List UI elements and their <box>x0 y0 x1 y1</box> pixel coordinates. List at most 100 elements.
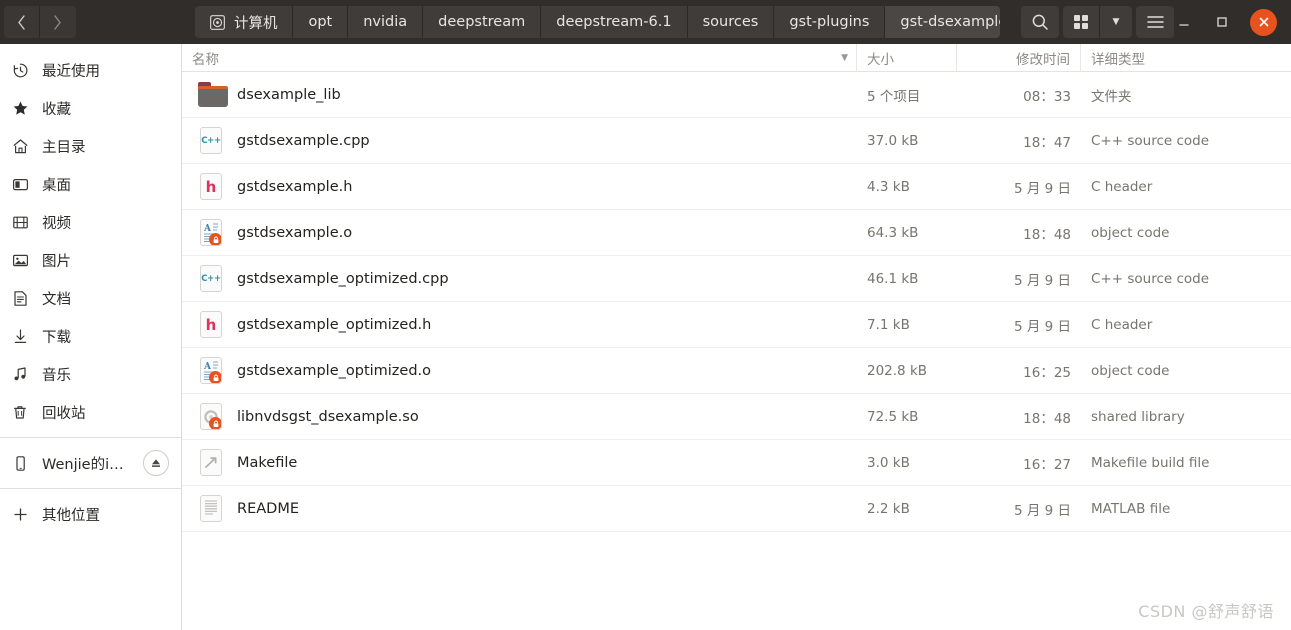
table-row[interactable]: dsexample_lib 5 个项目 08：33 文件夹 <box>182 72 1291 118</box>
music-icon <box>11 366 30 383</box>
sidebar-item-other-locations[interactable]: 其他位置 <box>0 495 181 533</box>
breadcrumb-label: sources <box>702 14 759 30</box>
table-row[interactable]: A <box>182 348 1291 394</box>
column-header-label: 详细类型 <box>1091 51 1145 68</box>
sidebar-item-music[interactable]: 音乐 <box>0 355 181 393</box>
file-size: 2.2 kB <box>867 500 910 517</box>
search-icon <box>1032 14 1048 30</box>
minimize-button[interactable] <box>1174 12 1194 32</box>
file-name-cell: README <box>182 494 857 524</box>
file-name: Makefile <box>237 454 298 471</box>
maximize-button[interactable] <box>1212 12 1232 32</box>
sidebar-item-downloads[interactable]: 下载 <box>0 317 181 355</box>
chevron-right-icon <box>54 14 62 30</box>
table-row[interactable]: README 2.2 kB 5 月 9 日 MATLAB file <box>182 486 1291 532</box>
breadcrumb-item-gst-plugins[interactable]: gst-plugins <box>774 6 886 38</box>
view-options-button[interactable]: ▼ <box>1099 6 1132 38</box>
breadcrumb-item-nvidia[interactable]: nvidia <box>348 6 424 38</box>
sidebar-item-recent[interactable]: 最近使用 <box>0 51 181 89</box>
table-row[interactable]: C++ gstdsexample.cpp 37.0 kB 18：47 C++ s… <box>182 118 1291 164</box>
close-button[interactable] <box>1250 8 1277 36</box>
breadcrumb-item-sources[interactable]: sources <box>687 6 775 38</box>
file-name-cell: Makefile <box>182 448 857 478</box>
back-button[interactable] <box>4 6 41 38</box>
hamburger-icon <box>1146 16 1164 28</box>
sidebar: 最近使用 收藏 主目录 桌面 视频 图片 文档 下载 音乐 回收站 Wenjie… <box>0 44 182 630</box>
sidebar-item-starred[interactable]: 收藏 <box>0 89 181 127</box>
breadcrumb-item-opt[interactable]: opt <box>293 6 349 38</box>
file-name: gstdsexample_optimized.h <box>237 316 432 333</box>
breadcrumb-label: opt <box>308 14 333 30</box>
eject-button[interactable] <box>143 450 169 476</box>
breadcrumb-label: gst-dsexample <box>900 14 1000 30</box>
table-row[interactable]: h gstdsexample_optimized.h 7.1 kB 5 月 9 … <box>182 302 1291 348</box>
forward-button[interactable] <box>40 6 76 38</box>
sidebar-item-videos[interactable]: 视频 <box>0 203 181 241</box>
breadcrumb-item-deepstream-61[interactable]: deepstream-6.1 <box>541 6 688 38</box>
breadcrumb-label: deepstream-6.1 <box>556 14 672 30</box>
column-header-type[interactable]: 详细类型 <box>1081 44 1291 71</box>
file-list: dsexample_lib 5 个项目 08：33 文件夹 C++ gstdse… <box>182 72 1291 630</box>
file-browser-content: 名称 ▼ 大小 修改时间 详细类型 dsexample_lib 5 个项目 08… <box>182 44 1291 630</box>
sidebar-divider-2 <box>0 488 181 489</box>
column-header-label: 名称 <box>192 51 219 68</box>
file-size: 46.1 kB <box>867 270 919 287</box>
makefile-icon <box>198 448 224 478</box>
file-type: C++ source code <box>1091 132 1210 149</box>
menu-button[interactable] <box>1136 6 1174 38</box>
sidebar-item-label: 音乐 <box>42 367 71 384</box>
sidebar-item-desktop[interactable]: 桌面 <box>0 165 181 203</box>
sidebar-item-trash[interactable]: 回收站 <box>0 393 181 431</box>
column-headers: 名称 ▼ 大小 修改时间 详细类型 <box>182 44 1291 72</box>
breadcrumb-item-gst-dsexample[interactable]: gst-dsexample ▼ <box>885 6 1000 38</box>
breadcrumb-label: 计算机 <box>233 15 278 32</box>
table-row[interactable]: Makefile 3.0 kB 16：27 Makefile build fil… <box>182 440 1291 486</box>
breadcrumb: 计算机 opt nvidia deepstream deepstream-6.1… <box>194 6 1000 38</box>
object-file-icon: A <box>198 218 224 248</box>
file-modified: 16：25 <box>1023 364 1071 381</box>
clock-icon <box>11 62 30 79</box>
file-name-cell: libnvdsgst_dsexample.so <box>182 402 857 432</box>
lock-icon <box>209 233 221 245</box>
breadcrumb-item-deepstream[interactable]: deepstream <box>423 6 542 38</box>
table-row[interactable]: C++ gstdsexample_optimized.cpp 46.1 kB 5… <box>182 256 1291 302</box>
watermark: CSDN @舒声舒语 <box>1138 602 1274 621</box>
sidebar-item-label: Wenjie的iPh… <box>42 456 131 473</box>
file-name: dsexample_lib <box>237 86 341 103</box>
sidebar-item-label: 下载 <box>42 329 71 346</box>
file-modified: 5 月 9 日 <box>1013 502 1071 519</box>
folder-icon <box>198 80 228 110</box>
home-icon <box>11 138 30 155</box>
sidebar-divider <box>0 437 181 438</box>
breadcrumb-label: deepstream <box>438 14 526 30</box>
sidebar-item-documents[interactable]: 文档 <box>0 279 181 317</box>
sidebar-item-device[interactable]: Wenjie的iPh… <box>0 444 181 482</box>
view-grid-button[interactable] <box>1063 6 1099 38</box>
breadcrumb-item-computer[interactable]: 计算机 <box>194 6 294 38</box>
file-size: 4.3 kB <box>867 178 910 195</box>
table-row[interactable]: libnvdsgst_dsexample.so 72.5 kB 18：48 sh… <box>182 394 1291 440</box>
column-header-size[interactable]: 大小 <box>857 44 957 71</box>
table-row[interactable]: h gstdsexample.h 4.3 kB 5 月 9 日 C header <box>182 164 1291 210</box>
file-size: 64.3 kB <box>867 224 919 241</box>
sidebar-item-pictures[interactable]: 图片 <box>0 241 181 279</box>
table-row[interactable]: A <box>182 210 1291 256</box>
search-button[interactable] <box>1021 6 1059 38</box>
column-header-modified[interactable]: 修改时间 <box>957 44 1081 71</box>
h-file-icon: h <box>198 172 224 202</box>
breadcrumb-label: nvidia <box>363 14 408 30</box>
svg-text:A: A <box>203 362 212 372</box>
file-type: C++ source code <box>1091 270 1210 287</box>
sidebar-item-home[interactable]: 主目录 <box>0 127 181 165</box>
file-type: object code <box>1091 224 1170 241</box>
file-modified: 5 月 9 日 <box>1013 180 1071 197</box>
image-icon <box>11 252 30 269</box>
download-icon <box>11 328 30 345</box>
cpp-file-icon: C++ <box>198 126 224 156</box>
column-header-name[interactable]: 名称 ▼ <box>182 44 857 71</box>
phone-icon <box>11 455 30 472</box>
file-manager-window: 计算机 opt nvidia deepstream deepstream-6.1… <box>0 0 1291 630</box>
file-name: libnvdsgst_dsexample.so <box>237 408 419 425</box>
file-size: 72.5 kB <box>867 408 919 425</box>
file-name-cell: dsexample_lib <box>182 80 857 110</box>
